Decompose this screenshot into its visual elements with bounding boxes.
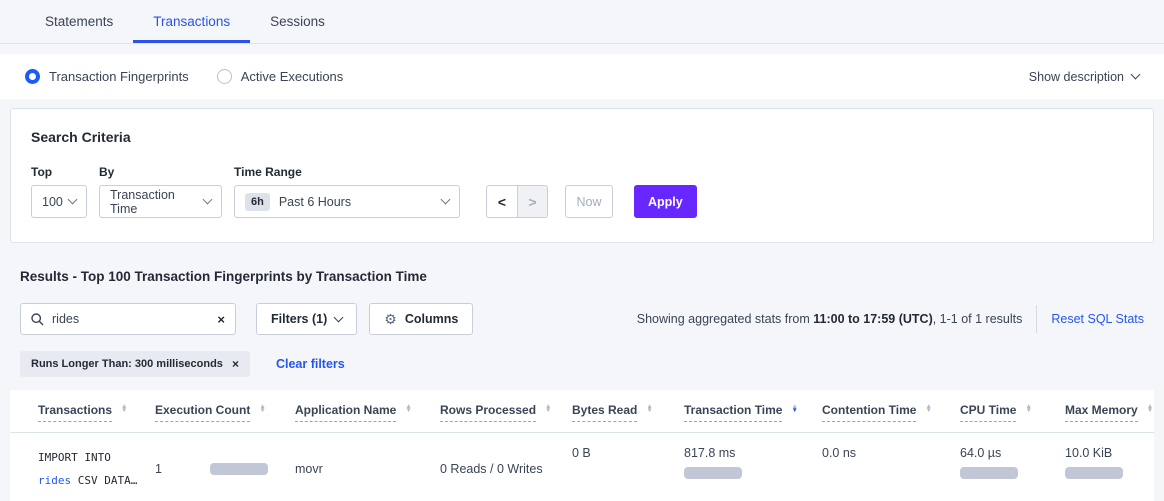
previous-time-range-button[interactable]: < — [487, 186, 517, 217]
transaction-time-cell: 817.8 ms — [684, 446, 822, 492]
top-label: Top — [31, 165, 87, 179]
search-icon — [31, 313, 44, 326]
filters-button[interactable]: Filters (1) — [256, 303, 357, 335]
clear-search-icon[interactable]: × — [217, 313, 225, 326]
view-toggle-bar: Transaction Fingerprints Active Executio… — [0, 54, 1164, 99]
chevron-down-icon — [1131, 70, 1141, 80]
transaction-fingerprint-link[interactable]: rides — [38, 474, 71, 487]
remove-filter-icon[interactable]: × — [232, 358, 239, 370]
column-header-application-name[interactable]: Application Name — [295, 403, 396, 422]
show-description-label: Show description — [1029, 70, 1124, 84]
cpu-time-bar — [960, 467, 1018, 479]
tab-sessions[interactable]: Sessions — [250, 0, 345, 43]
contention-time-cell: 0.0 ns — [822, 446, 960, 492]
filter-chip-label: Runs Longer Than: 300 milliseconds — [31, 358, 223, 370]
aggregated-stats-text: Showing aggregated stats from 11:00 to 1… — [637, 312, 1023, 326]
clear-filters-link[interactable]: Clear filters — [276, 357, 345, 371]
sort-icon[interactable]: ▲▼ — [121, 405, 127, 412]
filters-button-label: Filters (1) — [271, 312, 327, 326]
top-select[interactable]: 100 — [31, 185, 87, 218]
column-header-cpu-time[interactable]: CPU Time — [960, 403, 1016, 422]
execution-count-bar — [210, 463, 268, 475]
tab-statements[interactable]: Statements — [25, 0, 133, 43]
time-range-pager: < > — [486, 185, 548, 218]
results-search-box[interactable]: × — [20, 303, 236, 335]
results-search-input[interactable] — [52, 312, 217, 326]
radio-label: Transaction Fingerprints — [49, 69, 189, 84]
divider — [1036, 305, 1037, 333]
sort-icon-descending[interactable]: ▲▼ — [791, 405, 797, 412]
sort-icon[interactable]: ▲▼ — [1147, 405, 1153, 412]
column-header-contention-time[interactable]: Contention Time — [822, 403, 916, 422]
reset-sql-stats-link[interactable]: Reset SQL Stats — [1051, 312, 1144, 326]
sort-icon[interactable]: ▲▼ — [1025, 405, 1031, 412]
chevron-down-icon — [441, 195, 451, 205]
now-button[interactable]: Now — [565, 185, 613, 218]
column-header-transaction-time[interactable]: Transaction Time — [684, 403, 782, 422]
table-header-row: Transactions ▲▼ Execution Count ▲▼ Applica… — [10, 390, 1154, 433]
results-table: Transactions ▲▼ Execution Count ▲▼ Applica… — [10, 390, 1154, 501]
gear-icon: ⚙ — [384, 311, 397, 328]
cpu-time-cell: 64.0 µs — [960, 446, 1065, 492]
search-criteria-title: Search Criteria — [31, 129, 1133, 145]
radio-unselected-icon — [217, 69, 232, 84]
chevron-down-icon — [334, 312, 344, 322]
columns-button-label: Columns — [405, 312, 458, 326]
tab-transactions[interactable]: Transactions — [133, 0, 250, 43]
apply-button[interactable]: Apply — [634, 185, 697, 218]
columns-button[interactable]: ⚙ Columns — [369, 303, 473, 335]
time-range-badge: 6h — [245, 193, 270, 211]
sort-icon[interactable]: ▲▼ — [405, 405, 411, 412]
execution-count-cell: 1 — [155, 462, 295, 476]
results-controls: × Filters (1) ⚙ Columns Showing aggregat… — [20, 303, 1144, 335]
top-select-value: 100 — [42, 195, 63, 209]
radio-selected-icon — [25, 69, 40, 84]
column-header-bytes-read[interactable]: Bytes Read — [572, 403, 637, 422]
by-label: By — [99, 165, 222, 179]
by-select-value: Transaction Time — [110, 188, 204, 216]
active-filters-row: Runs Longer Than: 300 milliseconds × Cle… — [20, 351, 1144, 377]
page-tabs: Statements Transactions Sessions — [0, 0, 1164, 44]
time-range-value: Past 6 Hours — [279, 195, 351, 209]
search-criteria-card: Search Criteria Top 100 By Transaction T… — [10, 108, 1154, 243]
transaction-time-bar — [684, 467, 742, 479]
radio-transaction-fingerprints[interactable]: Transaction Fingerprints — [25, 69, 189, 84]
column-header-rows-processed[interactable]: Rows Processed — [440, 403, 536, 422]
column-header-transactions[interactable]: Transactions — [38, 403, 112, 422]
sort-icon[interactable]: ▲▼ — [259, 405, 265, 412]
max-memory-bar — [1065, 467, 1123, 479]
sort-icon[interactable]: ▲▼ — [925, 405, 931, 412]
max-memory-cell: 10.0 KiB — [1065, 446, 1154, 492]
radio-active-executions[interactable]: Active Executions — [217, 69, 344, 84]
by-select[interactable]: Transaction Time — [99, 185, 222, 218]
bytes-read-cell: 0 B — [572, 446, 684, 492]
time-range-select[interactable]: 6h Past 6 Hours — [234, 185, 460, 218]
application-name-cell: movr — [295, 462, 440, 476]
column-header-execution-count[interactable]: Execution Count — [155, 403, 250, 422]
results-heading: Results - Top 100 Transaction Fingerprin… — [20, 269, 1144, 284]
column-header-max-memory[interactable]: Max Memory — [1065, 403, 1138, 422]
table-row: IMPORT INTO rides CSV DATA… 1 movr 0 Rea… — [10, 433, 1154, 501]
chevron-down-icon — [203, 195, 213, 205]
rows-processed-cell: 0 Reads / 0 Writes — [440, 462, 572, 476]
sort-icon[interactable]: ▲▼ — [545, 405, 551, 412]
sort-icon[interactable]: ▲▼ — [646, 405, 652, 412]
time-range-label: Time Range — [234, 165, 460, 179]
radio-label: Active Executions — [241, 69, 344, 84]
transaction-fingerprint-cell: IMPORT INTO rides CSV DATA… — [38, 446, 155, 492]
next-time-range-button[interactable]: > — [517, 186, 547, 217]
show-description-toggle[interactable]: Show description — [1029, 70, 1139, 84]
chevron-down-icon — [68, 195, 78, 205]
filter-chip: Runs Longer Than: 300 milliseconds × — [20, 351, 250, 377]
